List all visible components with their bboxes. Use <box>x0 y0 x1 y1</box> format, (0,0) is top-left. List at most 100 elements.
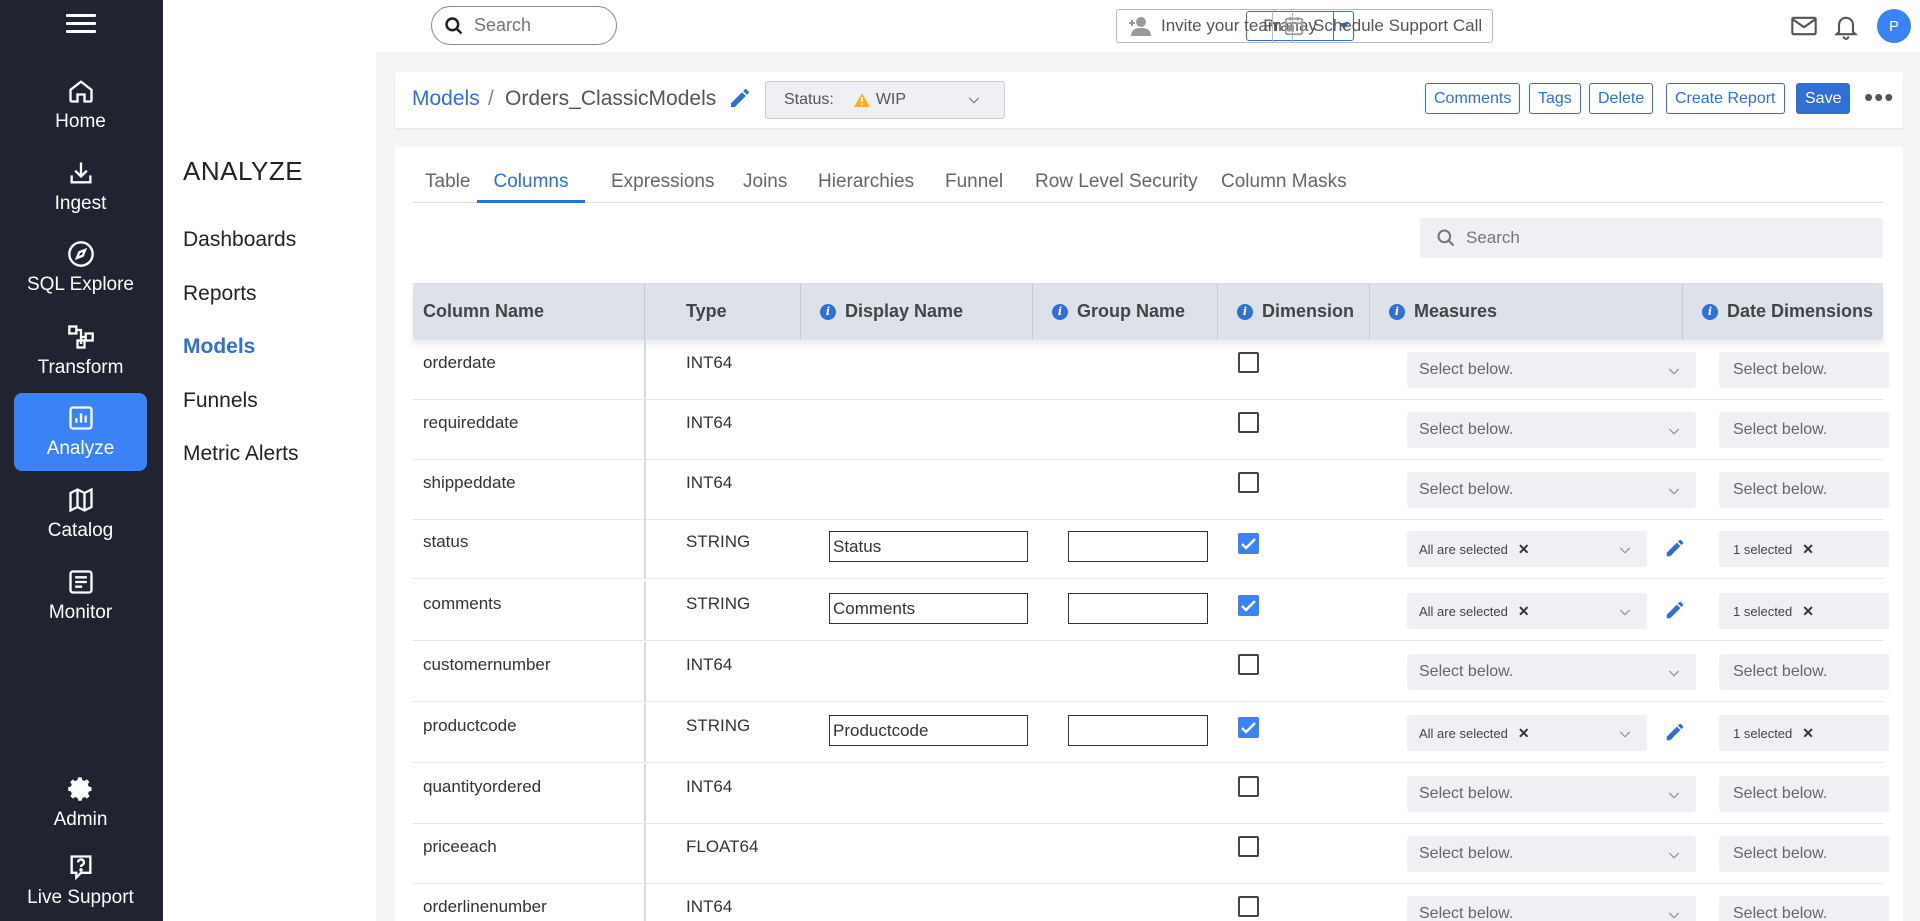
status-select[interactable]: Status: WIP <box>765 81 1005 119</box>
tab-table[interactable]: Table <box>425 171 470 203</box>
date-dimensions-placeholder: Select below. <box>1733 481 1828 498</box>
dimension-checkbox[interactable] <box>1238 352 1259 373</box>
edit-pencil-icon[interactable] <box>1664 537 1686 559</box>
header-dimension[interactable]: i Dimension <box>1237 283 1354 340</box>
comments-button[interactable]: Comments <box>1425 83 1521 114</box>
display-name-input[interactable] <box>829 593 1028 624</box>
dimension-checkbox[interactable] <box>1238 836 1259 857</box>
save-button[interactable]: Save <box>1796 83 1851 114</box>
create-report-button[interactable]: Create Report <box>1666 83 1785 114</box>
measures-select[interactable]: Select below. <box>1407 352 1696 388</box>
measures-select[interactable]: Select below. <box>1407 472 1696 508</box>
invite-team-button[interactable]: Invite your team <box>1116 9 1293 43</box>
group-name-input[interactable] <box>1068 715 1208 746</box>
date-dimensions-select[interactable]: 1 selected ✕ <box>1719 593 1889 629</box>
dimension-checkbox[interactable] <box>1238 776 1259 797</box>
close-icon[interactable]: ✕ <box>1518 725 1530 742</box>
tab-expressions[interactable]: Expressions <box>611 171 715 203</box>
info-icon[interactable]: i <box>1389 303 1405 320</box>
info-icon[interactable]: i <box>1237 303 1253 320</box>
tab-row-level-security[interactable]: Row Level Security <box>1035 171 1198 203</box>
nav-admin[interactable]: Admin <box>14 764 147 842</box>
date-dimensions-select[interactable]: 1 selected ✕ <box>1719 715 1889 751</box>
close-icon[interactable]: ✕ <box>1802 725 1814 742</box>
measures-select[interactable]: Select below. <box>1407 412 1696 448</box>
nav-sql-explore[interactable]: SQL Explore <box>14 229 147 307</box>
dimension-checkbox[interactable] <box>1238 717 1259 738</box>
header-measures[interactable]: i Measures <box>1389 283 1497 340</box>
close-icon[interactable]: ✕ <box>1518 541 1530 558</box>
tags-button[interactable]: Tags <box>1529 83 1581 114</box>
date-dimensions-select[interactable]: Select below. <box>1719 654 1889 690</box>
dimension-checkbox[interactable] <box>1238 533 1259 554</box>
edit-pencil-icon[interactable] <box>728 86 752 110</box>
dimension-checkbox[interactable] <box>1238 595 1259 616</box>
nav-live-support[interactable]: Live Support <box>14 846 147 916</box>
info-icon[interactable]: i <box>820 303 836 320</box>
date-dimensions-select[interactable]: Select below. <box>1719 836 1889 872</box>
nav-ingest[interactable]: Ingest <box>14 148 147 226</box>
info-icon[interactable]: i <box>1052 303 1068 320</box>
close-icon[interactable]: ✕ <box>1802 603 1814 620</box>
date-dimensions-select[interactable]: Select below. <box>1719 472 1889 508</box>
hamburger-menu-icon[interactable] <box>66 14 96 36</box>
date-dimensions-select[interactable]: Select below. <box>1719 776 1889 812</box>
sub-nav-dashboards[interactable]: Dashboards <box>183 228 296 252</box>
dimension-checkbox[interactable] <box>1238 472 1259 493</box>
header-column-name[interactable]: Column Name <box>423 283 544 340</box>
bell-icon[interactable] <box>1832 12 1860 40</box>
close-icon[interactable]: ✕ <box>1802 541 1814 558</box>
measures-select[interactable]: Select below. <box>1407 654 1696 690</box>
measures-select[interactable]: All are selected ✕ <box>1407 715 1647 751</box>
breadcrumb-models-link[interactable]: Models <box>412 87 480 111</box>
display-name-input[interactable] <box>829 531 1028 562</box>
sub-nav-reports[interactable]: Reports <box>183 282 257 306</box>
header-display-name[interactable]: i Display Name <box>820 283 963 340</box>
tab-column-masks[interactable]: Column Masks <box>1221 171 1347 203</box>
display-name-input[interactable] <box>829 715 1028 746</box>
nav-analyze[interactable]: Analyze <box>14 393 147 471</box>
date-dimensions-select[interactable]: 1 selected ✕ <box>1719 531 1889 567</box>
column-search-input[interactable] <box>1466 228 1687 248</box>
close-icon[interactable]: ✕ <box>1518 603 1530 620</box>
nav-monitor[interactable]: Monitor <box>14 557 147 635</box>
tab-joins[interactable]: Joins <box>743 171 787 203</box>
sub-nav-models[interactable]: Models <box>183 335 255 359</box>
date-dimensions-select[interactable]: Select below. <box>1719 412 1889 448</box>
avatar[interactable]: P <box>1877 9 1911 43</box>
group-name-input[interactable] <box>1068 593 1208 624</box>
edit-pencil-icon[interactable] <box>1664 599 1686 621</box>
measures-select[interactable]: All are selected ✕ <box>1407 531 1647 567</box>
date-dimensions-select[interactable]: Select below. <box>1719 896 1889 921</box>
tab-columns[interactable]: Columns <box>477 171 585 203</box>
schedule-support-button[interactable]: Schedule Support Call <box>1272 9 1494 43</box>
column-search-box[interactable] <box>1420 218 1883 258</box>
nav-transform[interactable]: Transform <box>14 312 147 390</box>
nav-catalog[interactable]: Catalog <box>14 475 147 553</box>
top-search-box[interactable] <box>431 6 617 45</box>
measures-select[interactable]: Select below. <box>1407 836 1696 872</box>
dimension-checkbox[interactable] <box>1238 896 1259 917</box>
measures-select[interactable]: All are selected ✕ <box>1407 593 1647 629</box>
dimension-checkbox[interactable] <box>1238 654 1259 675</box>
sub-nav-metric-alerts[interactable]: Metric Alerts <box>183 442 299 466</box>
date-dimensions-select[interactable]: Select below. <box>1719 352 1889 388</box>
tab-funnel[interactable]: Funnel <box>945 171 1003 203</box>
more-options-icon[interactable]: ••• <box>1864 84 1894 110</box>
dimension-checkbox[interactable] <box>1238 412 1259 433</box>
measures-select[interactable]: Select below. <box>1407 896 1696 921</box>
mail-icon[interactable] <box>1790 12 1818 40</box>
sub-nav-funnels[interactable]: Funnels <box>183 389 258 413</box>
info-icon[interactable]: i <box>1702 303 1718 320</box>
measures-select[interactable]: Select below. <box>1407 776 1696 812</box>
top-search-input[interactable] <box>474 15 604 36</box>
header-group-name[interactable]: i Group Name <box>1052 283 1185 340</box>
nav-home[interactable]: Home <box>14 66 147 144</box>
edit-pencil-icon[interactable] <box>1664 721 1686 743</box>
search-icon <box>445 16 463 34</box>
tab-hierarchies[interactable]: Hierarchies <box>818 171 914 203</box>
group-name-input[interactable] <box>1068 531 1208 562</box>
header-date-dimensions[interactable]: i Date Dimensions <box>1702 283 1873 340</box>
delete-button[interactable]: Delete <box>1589 83 1654 114</box>
header-type[interactable]: Type <box>686 283 727 340</box>
